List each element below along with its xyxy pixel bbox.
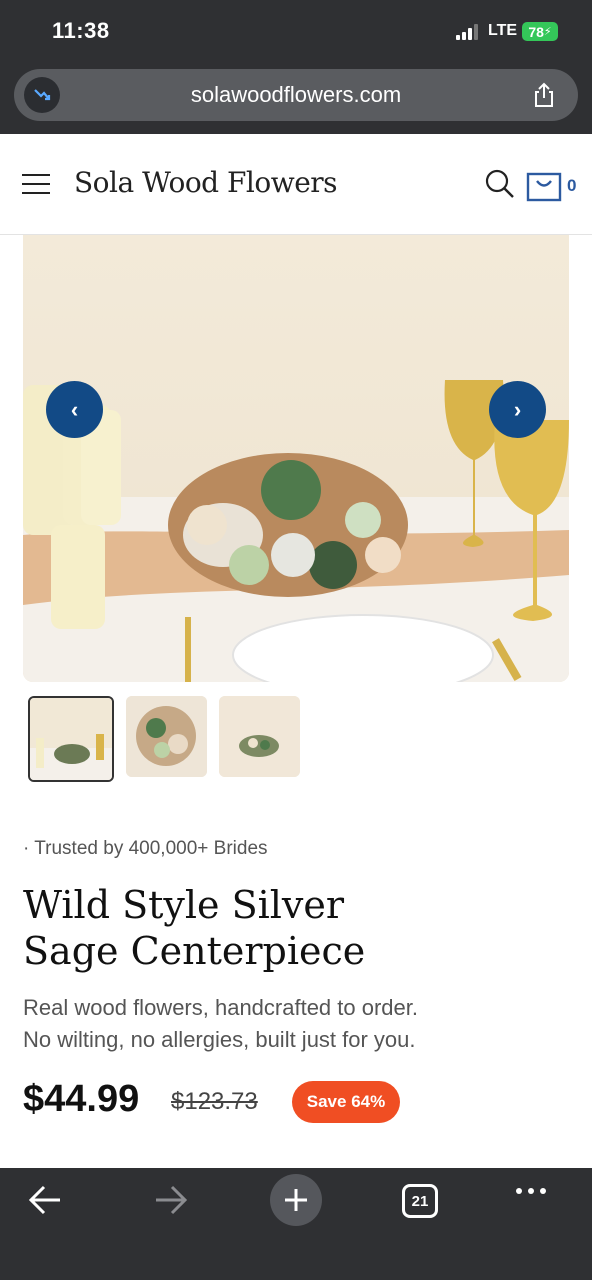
product-title-line2: Sage Centerpiece <box>23 929 366 973</box>
product-description: Real wood flowers, handcrafted to order.… <box>23 992 543 1056</box>
chevron-left-icon[interactable]: ‹ <box>46 381 103 438</box>
share-icon[interactable] <box>530 81 558 109</box>
web-page: Sola Wood Flowers 0 ‹ › · Trusted by 400… <box>0 134 592 1168</box>
network-type: LTE <box>488 22 518 39</box>
status-time: 11:38 <box>52 18 110 43</box>
battery-level: 78 <box>528 23 544 40</box>
menu-icon[interactable] <box>22 174 50 196</box>
thumbnail-strip <box>28 696 300 782</box>
url-bar[interactable]: solawoodflowers.com <box>14 69 578 121</box>
cart-count[interactable]: 0 <box>567 176 576 196</box>
product-title: Wild Style Silver Sage Centerpiece <box>23 882 423 974</box>
product-description-line1: Real wood flowers, handcrafted to order. <box>23 995 419 1020</box>
thumbnail-2[interactable] <box>126 696 207 777</box>
search-icon[interactable] <box>484 168 516 200</box>
cart-icon[interactable] <box>526 170 564 202</box>
back-arrow-icon[interactable] <box>28 1180 64 1220</box>
battery-indicator: 78 ⚡ <box>522 22 558 41</box>
product-description-line2: No wilting, no allergies, built just for… <box>23 1027 416 1052</box>
save-badge: Save 64% <box>292 1081 400 1123</box>
trust-line: · Trusted by 400,000+ Brides <box>23 838 268 859</box>
status-bar: 11:38 LTE 78 ⚡ <box>0 0 592 62</box>
browser-toolbar: 21 <box>0 1168 592 1280</box>
signal-icon <box>456 24 478 40</box>
more-options-icon[interactable] <box>516 1188 546 1194</box>
url-text[interactable]: solawoodflowers.com <box>14 82 578 108</box>
plus-icon <box>285 1189 307 1211</box>
new-tab-button[interactable] <box>270 1174 322 1226</box>
product-price: $44.99 <box>23 1078 140 1120</box>
product-title-line1: Wild Style Silver <box>23 883 345 927</box>
site-header: Sola Wood Flowers 0 <box>0 134 592 235</box>
product-image[interactable]: ‹ › <box>23 235 569 682</box>
thumbnail-1[interactable] <box>28 696 114 782</box>
thumbnail-3[interactable] <box>219 696 300 777</box>
site-logo[interactable]: Sola Wood Flowers <box>74 166 338 199</box>
chevron-right-icon[interactable]: › <box>489 381 546 438</box>
original-price: $123.73 <box>171 1088 258 1115</box>
product-photo <box>23 235 569 682</box>
forward-arrow-icon[interactable] <box>153 1180 189 1220</box>
tabs-button[interactable]: 21 <box>402 1184 438 1218</box>
